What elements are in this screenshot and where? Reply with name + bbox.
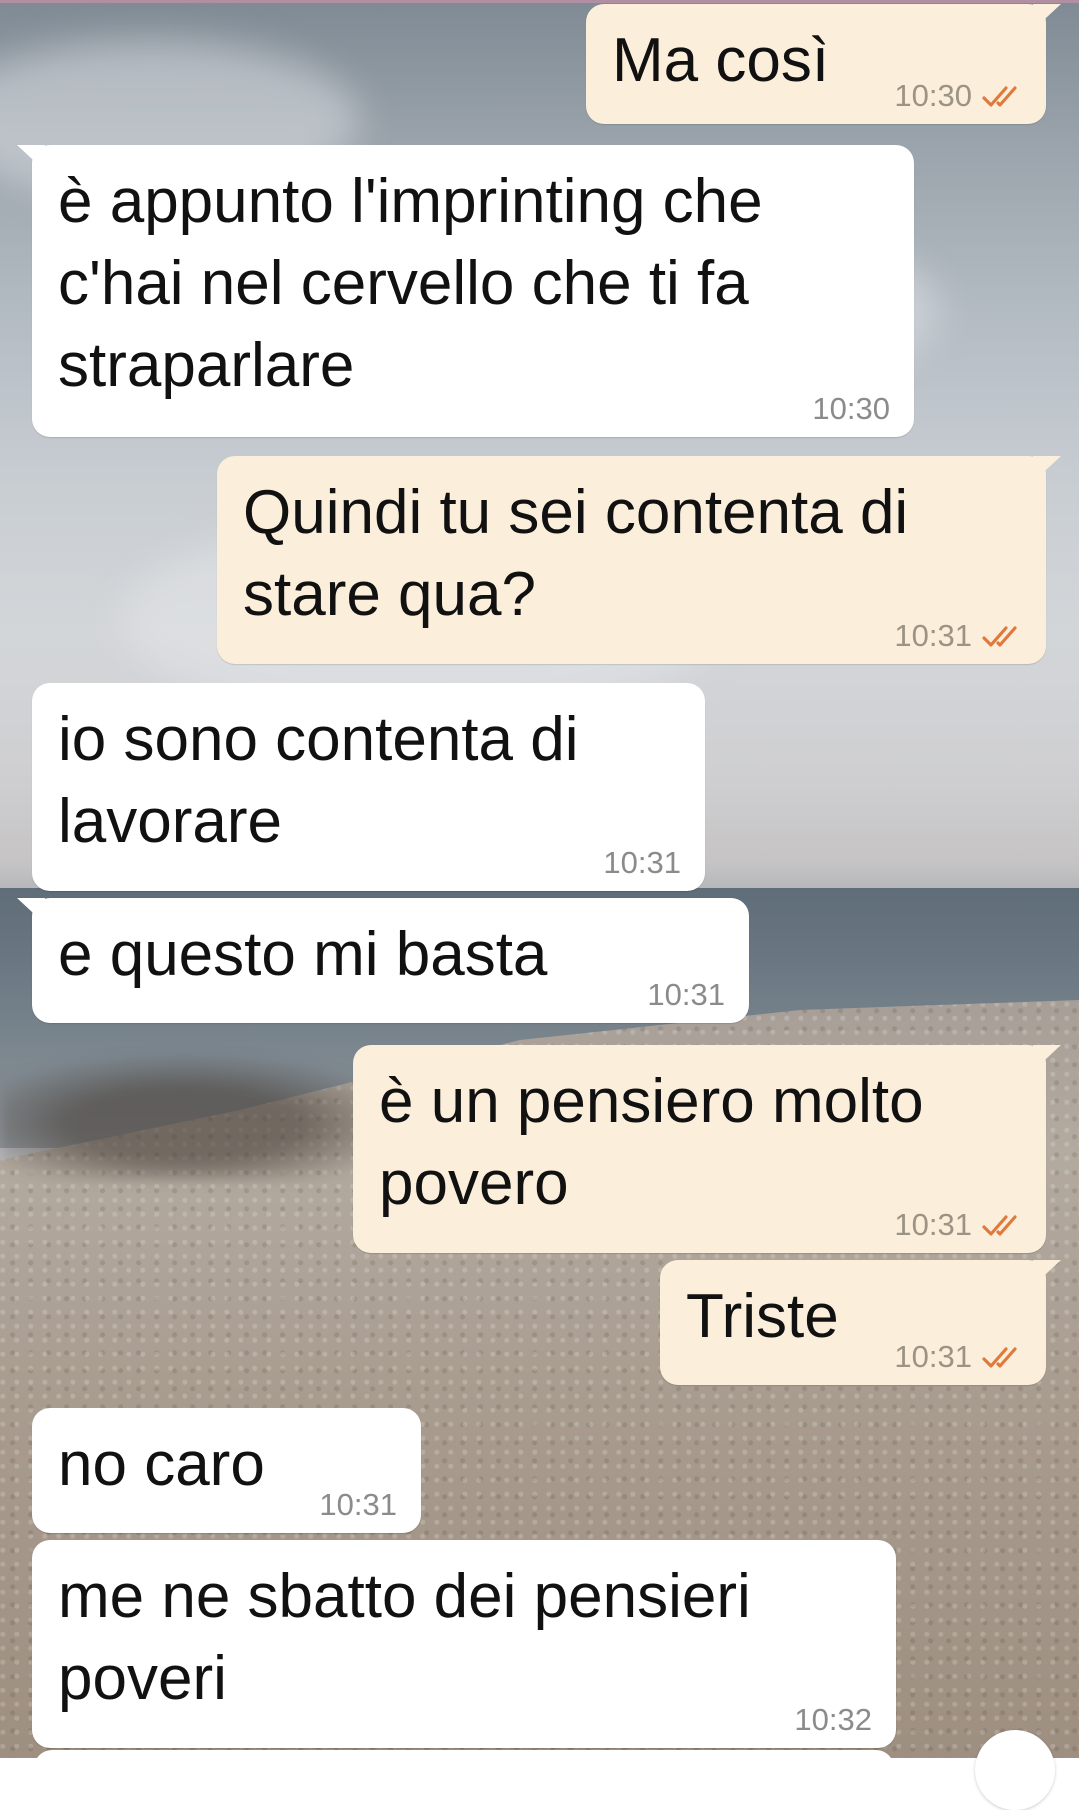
message-bubble-outgoing[interactable]: Ma così 10:30 bbox=[586, 4, 1061, 124]
read-ticks-icon bbox=[982, 83, 1026, 109]
message-bubble-outgoing[interactable]: è un pensiero molto povero 10:31 bbox=[353, 1045, 1061, 1253]
message-meta: 10:30 bbox=[812, 391, 890, 427]
message-time: 10:31 bbox=[647, 977, 725, 1012]
message-text: io sono contenta di lavorare bbox=[58, 705, 579, 856]
message-text: me ne sbatto dei pensieri poveri bbox=[58, 1562, 751, 1713]
message-time: 10:30 bbox=[812, 391, 890, 426]
next-message-peek bbox=[34, 1750, 894, 1770]
message-meta: 10:31 bbox=[647, 977, 725, 1013]
message-time: 10:31 bbox=[894, 1339, 972, 1374]
message-bubble-incoming[interactable]: e questo mi basta 10:31 bbox=[17, 898, 749, 1023]
scroll-down-button[interactable] bbox=[975, 1730, 1055, 1810]
message-time: 10:31 bbox=[319, 1487, 397, 1522]
message-meta: 10:31 bbox=[603, 845, 681, 881]
message-bubble-incoming[interactable]: è appunto l'imprinting che c'hai nel cer… bbox=[17, 145, 914, 437]
message-text: e questo mi basta bbox=[58, 920, 548, 989]
top-divider bbox=[0, 0, 1079, 3]
read-ticks-icon bbox=[982, 1212, 1026, 1238]
message-text: è un pensiero molto povero bbox=[379, 1067, 924, 1218]
message-meta: 10:30 bbox=[894, 78, 1026, 114]
message-meta: 10:31 bbox=[894, 1339, 1026, 1375]
message-meta: 10:31 bbox=[894, 1207, 1026, 1243]
message-meta: 10:31 bbox=[319, 1487, 397, 1523]
message-time: 10:31 bbox=[894, 618, 972, 653]
message-bubble-incoming[interactable]: io sono contenta di lavorare 10:31 bbox=[32, 683, 705, 891]
message-text: Quindi tu sei contenta di stare qua? bbox=[243, 478, 909, 629]
read-ticks-icon bbox=[982, 1344, 1026, 1370]
message-time: 10:31 bbox=[603, 845, 681, 880]
message-bubble-incoming[interactable]: me ne sbatto dei pensieri poveri 10:32 bbox=[32, 1540, 896, 1748]
message-bubble-incoming[interactable]: no caro 10:31 bbox=[32, 1408, 421, 1533]
message-text: è appunto l'imprinting che c'hai nel cer… bbox=[58, 167, 763, 400]
message-time: 10:30 bbox=[894, 78, 972, 113]
message-time: 10:31 bbox=[894, 1207, 972, 1242]
message-meta: 10:31 bbox=[894, 618, 1026, 654]
message-time: 10:32 bbox=[794, 1702, 872, 1737]
message-bubble-outgoing[interactable]: Quindi tu sei contenta di stare qua? 10:… bbox=[217, 456, 1061, 664]
read-ticks-icon bbox=[982, 623, 1026, 649]
message-bubble-outgoing[interactable]: Triste 10:31 bbox=[660, 1260, 1061, 1385]
message-meta: 10:32 bbox=[794, 1702, 872, 1738]
